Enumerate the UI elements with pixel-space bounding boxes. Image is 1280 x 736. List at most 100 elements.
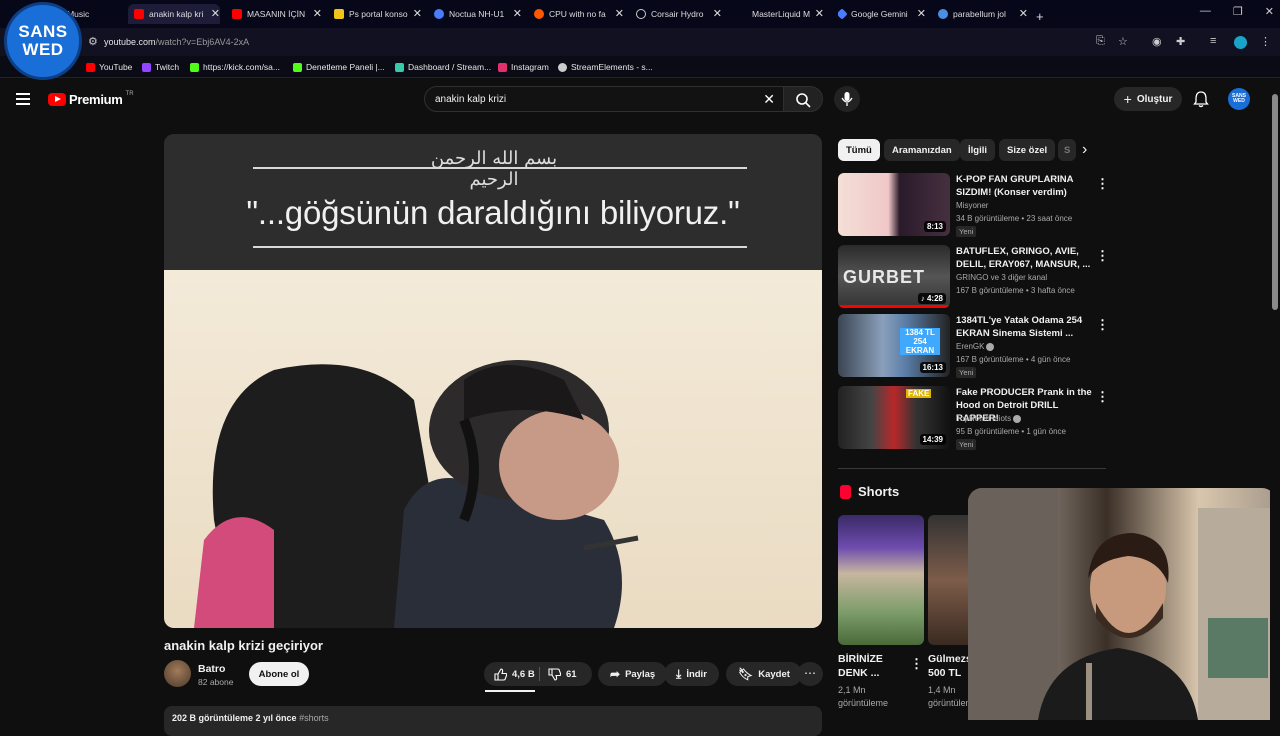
bookmark-streamelements[interactable]: StreamElements - s... [558, 62, 653, 72]
tab-gemini[interactable]: Google Gemini ✕ [838, 4, 926, 24]
chip-partial[interactable]: S [1058, 139, 1077, 161]
install-app-icon[interactable]: ⎘ [1096, 35, 1105, 48]
related-video[interactable]: 8:13 K-POP FAN GRUPLARINA SIZDIM! (Konse… [838, 173, 1110, 237]
notifications-bell-icon[interactable] [1193, 90, 1209, 113]
channel-avatar[interactable] [164, 660, 191, 687]
hamburger-menu-icon[interactable] [16, 93, 30, 105]
close-icon[interactable]: ✕ [513, 7, 522, 20]
tab-masterliquid[interactable]: MasterLiquid M ✕ [736, 4, 824, 24]
bookmark-kick[interactable]: https://kick.com/sa... [190, 62, 280, 72]
bookmark-denetleme[interactable]: Denetleme Paneli |... [293, 62, 385, 72]
menu-kebab-icon[interactable]: ⋮ [1096, 317, 1109, 333]
clear-search-icon[interactable]: ✕ [763, 91, 775, 108]
related-video[interactable]: GURBET ♪ 4:28 BATUFLEX, GRINGO, AVIE, DE… [838, 245, 1110, 309]
scrollbar-thumb[interactable] [1272, 94, 1278, 310]
shorts-thumbnail[interactable] [928, 515, 968, 645]
region-code: TR [125, 90, 134, 97]
menu-kebab-icon[interactable]: ⋮ [910, 656, 923, 672]
kick-icon [190, 62, 199, 72]
dislike-button[interactable]: 61 [548, 662, 577, 686]
chip-related[interactable]: İlgili [960, 139, 995, 161]
related-video[interactable]: FAKE 14:39 Fake PRODUCER Prank in the Ho… [838, 386, 1110, 450]
download-button[interactable]: ⤓ İndir [664, 662, 719, 686]
close-icon[interactable]: ✕ [211, 7, 220, 20]
channel-name[interactable]: Batro [198, 663, 225, 675]
minimize-icon[interactable]: — [1200, 5, 1211, 18]
chevron-right-icon[interactable]: › [1082, 141, 1087, 159]
shorts-title[interactable]: Gülmezs 500 TL [928, 652, 970, 680]
extension-icon[interactable]: ◉ [1152, 35, 1162, 48]
video-thumbnail[interactable]: GURBET ♪ 4:28 [838, 245, 950, 308]
tab-masanin[interactable]: MASANIN İÇİN ✕ [232, 4, 322, 24]
bookmark-dashboard[interactable]: Dashboard / Stream... [395, 62, 491, 72]
streamelements-icon [558, 62, 567, 72]
url-field[interactable]: youtube.com/watch?v=Ebj6AV4-2xA [104, 37, 249, 47]
bookmark-youtube[interactable]: YouTube [86, 62, 132, 72]
close-icon[interactable]: ✕ [815, 7, 824, 20]
related-channel[interactable]: TopNotch Idiots [956, 414, 1022, 423]
bookmark-label: YouTube [99, 62, 133, 72]
menu-kebab-icon[interactable]: ⋮ [1260, 35, 1271, 48]
description-tag[interactable]: #shorts [299, 713, 329, 723]
tab-ps-portal[interactable]: Ps portal konso ✕ [334, 4, 422, 24]
create-button[interactable]: + Oluştur [1114, 87, 1182, 111]
save-button[interactable]: 🔖︎ Kaydet [726, 662, 802, 686]
download-icon: ⤓ [676, 666, 682, 681]
tab-parabellum[interactable]: parabellum jol ✕ [938, 4, 1028, 24]
voice-search-button[interactable] [834, 86, 860, 112]
close-icon[interactable]: ✕ [713, 7, 722, 20]
close-icon[interactable]: ✕ [1019, 7, 1028, 20]
account-avatar[interactable]: SANS WED [1228, 88, 1250, 110]
related-title[interactable]: K-POP FAN GRUPLARINA SIZDIM! (Konser ver… [956, 173, 1096, 199]
duration-badge: 14:39 [919, 434, 946, 445]
related-title[interactable]: BATUFLEX, GRINGO, AVIE, DELIL, ERAY067, … [956, 245, 1096, 271]
youtube-premium-logo[interactable]: Premium TR [48, 90, 134, 107]
shorts-thumbnail[interactable] [838, 515, 924, 645]
bookmark-twitch[interactable]: Twitch [142, 62, 179, 72]
profile-icon[interactable] [1234, 36, 1247, 49]
related-channel[interactable]: ErenGK [956, 342, 995, 351]
related-channel[interactable]: GRINGO ve 3 diğer kanal [956, 273, 1047, 282]
close-icon[interactable]: ✕ [313, 7, 322, 20]
like-ratio-underline [485, 690, 535, 692]
close-icon[interactable]: ✕ [917, 7, 926, 20]
tab-noctua[interactable]: Noctua NH-U1 ✕ [434, 4, 522, 24]
chip-all[interactable]: Tümü [838, 139, 880, 161]
search-button[interactable] [783, 86, 823, 112]
tab-corsair[interactable]: Corsair Hydro ✕ [636, 4, 722, 24]
menu-kebab-icon[interactable]: ⋮ [1096, 389, 1109, 405]
related-video[interactable]: 1384 TL 254 EKRAN 16:13 1384TL'ye Yatak … [838, 314, 1110, 378]
kick-icon [293, 62, 302, 72]
tab-label: MasterLiquid M [752, 9, 811, 19]
related-channel[interactable]: Misyoner [956, 201, 988, 210]
bookmark-star-icon[interactable]: ☆ [1118, 35, 1128, 48]
video-player[interactable]: بسم الله الرحمن الرحيم "...göğsünün dara… [164, 134, 822, 628]
video-thumbnail[interactable]: 1384 TL 254 EKRAN 16:13 [838, 314, 950, 377]
restore-icon[interactable]: ❐ [1233, 5, 1243, 18]
like-button[interactable]: 4,6 B [494, 662, 535, 686]
more-actions-icon[interactable]: ⋯ [797, 662, 823, 686]
search-input[interactable]: anakin kalp krizi ✕ [424, 86, 784, 112]
menu-kebab-icon[interactable]: ⋮ [1096, 176, 1109, 192]
subscribe-button[interactable]: Abone ol [249, 662, 309, 686]
bookmarks-bar: YouTube Twitch https://kick.com/sa... De… [0, 56, 1280, 78]
chip-for-you[interactable]: Size özel [999, 139, 1056, 161]
close-icon[interactable]: ✕ [615, 7, 624, 20]
tab-cpu[interactable]: CPU with no fa ✕ [534, 4, 624, 24]
tab-anakin[interactable]: anakin kalp kri ✕ [128, 4, 220, 24]
shorts-title[interactable]: BİRİNİZE DENK ... [838, 652, 908, 680]
description-box[interactable]: 202 B görüntüleme 2 yıl önce #shorts [164, 706, 822, 736]
puzzle-extensions-icon[interactable]: ✚ [1176, 35, 1185, 48]
share-button[interactable]: ➦ Paylaş [598, 662, 668, 686]
close-window-icon[interactable]: ✕ [1265, 5, 1274, 18]
site-info-icon[interactable]: ⚙ [88, 35, 98, 48]
new-tab-button[interactable]: + [1036, 6, 1050, 26]
close-icon[interactable]: ✕ [413, 7, 422, 20]
video-thumbnail[interactable]: 8:13 [838, 173, 950, 236]
related-title[interactable]: 1384TL'ye Yatak Odama 254 EKRAN Sinema S… [956, 314, 1096, 340]
bookmark-instagram[interactable]: Instagram [498, 62, 549, 72]
video-thumbnail[interactable]: FAKE 14:39 [838, 386, 950, 449]
media-control-icon[interactable]: ≡ [1210, 35, 1216, 47]
menu-kebab-icon[interactable]: ⋮ [1096, 248, 1109, 264]
chip-from-search[interactable]: Aramanızdan [884, 139, 960, 161]
